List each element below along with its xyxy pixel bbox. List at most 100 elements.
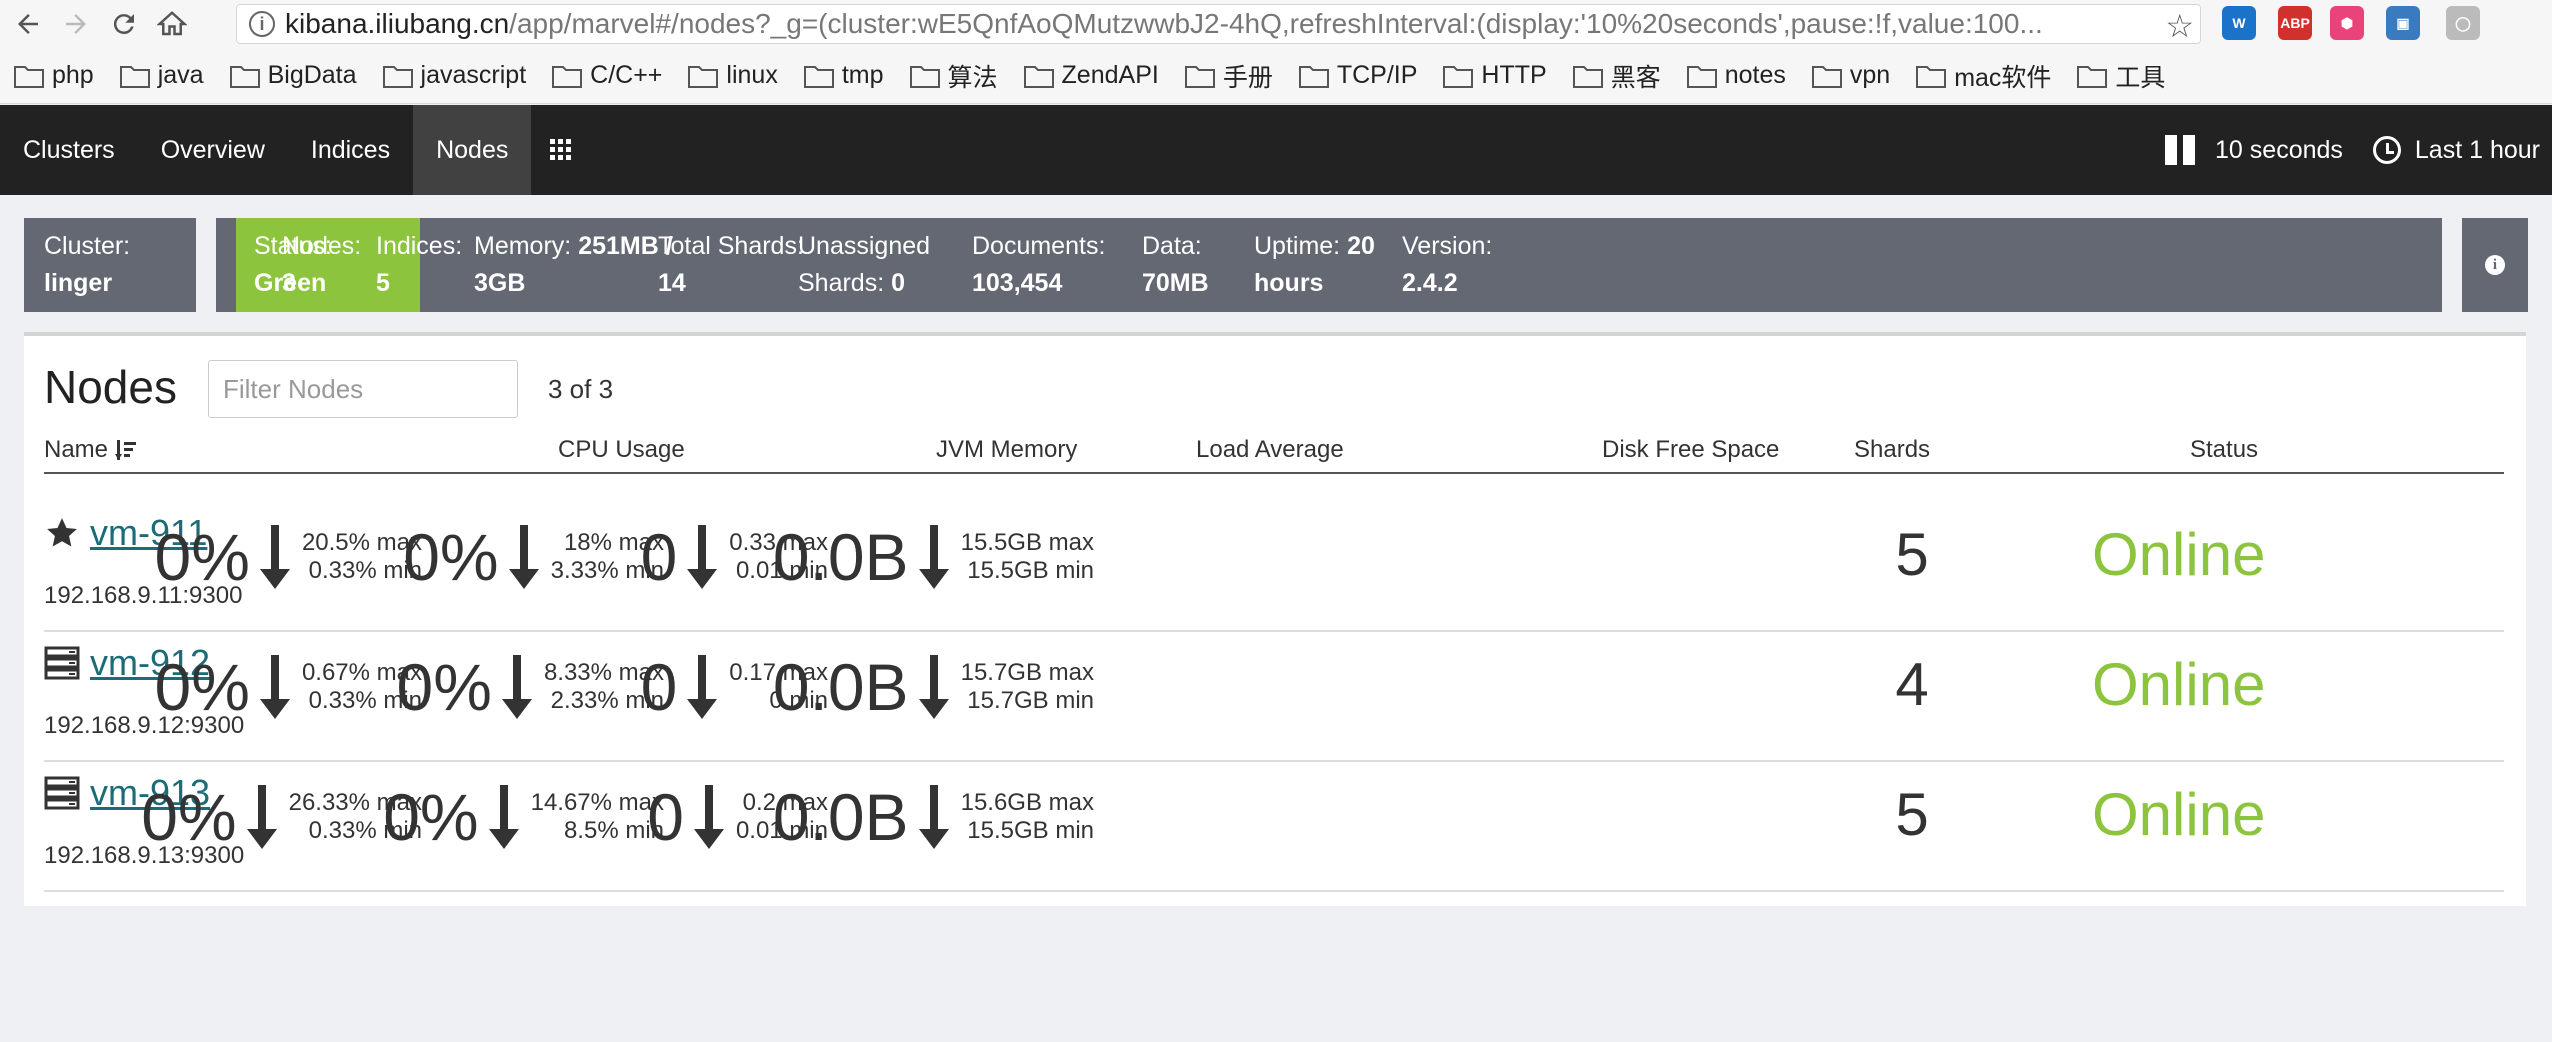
bookmark-folder[interactable]: C/C++ <box>552 61 662 90</box>
folder-icon <box>909 65 940 88</box>
bookmark-folder[interactable]: 算法 <box>909 58 998 94</box>
column-header-load[interactable]: Load Average <box>1196 436 1344 464</box>
row-divider <box>44 890 2504 892</box>
jvm-metric: 0% 14.67% max 8.5% min <box>383 782 664 852</box>
bookmark-folder[interactable]: php <box>14 61 94 90</box>
bookmark-label: BigData <box>267 61 357 89</box>
column-header-jvm[interactable]: JVM Memory <box>936 436 1077 464</box>
disk-metric: 0.0B 15.7GB max 15.7GB min <box>773 652 1094 722</box>
time-range[interactable]: Last 1 hour <box>2415 136 2540 165</box>
row-divider <box>44 760 2504 762</box>
back-arrow-icon[interactable] <box>8 4 48 44</box>
bookmark-folder[interactable]: javascript <box>382 61 526 90</box>
bookmark-label: java <box>157 61 204 89</box>
url-domain: kibana.iliubang.cn <box>285 8 510 39</box>
cluster-status-bar: Cluster: linger Status: Green Nodes: 3 I… <box>24 218 2442 312</box>
circle-extension-icon[interactable]: ◯ <box>2446 6 2480 40</box>
server-icon <box>44 776 80 810</box>
folder-icon <box>119 65 150 88</box>
folder-icon <box>552 65 583 88</box>
image-extension-icon[interactable]: ▣ <box>2386 6 2420 40</box>
bookmark-folder[interactable]: BigData <box>229 61 357 90</box>
arrow-down-icon <box>508 525 539 589</box>
w-extension-icon[interactable]: W <box>2222 6 2256 40</box>
status-nodes: Nodes: 3 <box>282 232 362 297</box>
status-uptime: Uptime: 20 hours <box>1254 232 1375 297</box>
folder-icon <box>1686 65 1717 88</box>
tab-indices[interactable]: Indices <box>288 105 413 195</box>
sort-descending-icon <box>115 440 137 460</box>
folder-icon <box>1916 65 1947 88</box>
pause-icon[interactable] <box>2165 135 2196 165</box>
bookmark-folder[interactable]: HTTP <box>1443 61 1547 90</box>
home-icon[interactable] <box>152 4 192 44</box>
filter-nodes-input[interactable] <box>208 360 518 418</box>
bookmark-star-icon[interactable]: ☆ <box>2165 7 2194 43</box>
forward-arrow-icon[interactable] <box>56 4 96 44</box>
disk-min: 15.5GB min <box>967 817 1094 844</box>
jvm-value: 0% <box>403 520 499 594</box>
refresh-interval[interactable]: 10 seconds <box>2215 136 2343 165</box>
bookmark-label: vpn <box>1849 61 1891 89</box>
cpu-value: 0% <box>141 780 237 854</box>
column-header-name[interactable]: Name <box>44 436 138 464</box>
bookmark-folder[interactable]: 手册 <box>1184 58 1273 94</box>
bookmark-folder[interactable]: mac软件 <box>1916 58 2051 94</box>
bookmark-folder[interactable]: ZendAPI <box>1023 61 1159 90</box>
bookmark-folder[interactable]: notes <box>1686 61 1786 90</box>
bookmark-label: notes <box>1724 61 1786 89</box>
arrow-down-icon <box>501 655 532 719</box>
arrow-down-icon <box>918 655 949 719</box>
disk-max: 15.6GB max <box>960 789 1094 816</box>
bookmark-folder[interactable]: java <box>119 61 204 90</box>
folder-icon <box>1023 65 1054 88</box>
clock-icon[interactable] <box>2372 136 2401 164</box>
bookmark-folder[interactable]: TCP/IP <box>1298 61 1417 90</box>
arrow-down-icon <box>693 785 724 849</box>
address-bar[interactable]: i kibana.iliubang.cn/app/marvel#/nodes?_… <box>236 4 2201 44</box>
cpu-metric: 0% 20.5% max 0.33% min <box>155 522 422 592</box>
cluster-info-button[interactable]: i <box>2462 218 2528 312</box>
column-header-shards[interactable]: Shards <box>1854 436 1930 464</box>
disk-min: 15.5GB min <box>967 557 1094 584</box>
arrow-down-icon <box>246 785 277 849</box>
adblock-plus-icon[interactable]: ABP <box>2278 6 2312 40</box>
node-count: 3 of 3 <box>548 374 614 404</box>
nodes-panel: Nodes 3 of 3 Name CPU Usage JVM Memory L… <box>24 332 2526 906</box>
jvm-value: 0% <box>383 780 479 854</box>
url-path: /app/marvel#/nodes?_g=(cluster:wE5QnfAoQ… <box>509 8 2043 39</box>
bookmark-label: 黑客 <box>1610 63 1661 92</box>
reload-icon[interactable] <box>104 4 144 44</box>
arrow-down-icon <box>918 525 949 589</box>
bookmark-label: linux <box>726 61 778 89</box>
cpu-value: 0% <box>154 650 250 724</box>
arrow-down-icon <box>918 785 949 849</box>
column-header-status[interactable]: Status <box>2190 436 2258 464</box>
bookmark-folder[interactable]: vpn <box>1811 61 1891 90</box>
status-badge: Online <box>2092 781 2266 848</box>
info-icon[interactable]: i <box>249 11 275 37</box>
tab-nodes[interactable]: Nodes <box>413 105 532 195</box>
status-badge: Online <box>2092 521 2266 588</box>
arrow-down-icon <box>687 655 718 719</box>
bookmark-folder[interactable]: 工具 <box>2077 58 2165 94</box>
column-header-cpu[interactable]: CPU Usage <box>558 436 685 464</box>
tab-overview[interactable]: Overview <box>138 105 288 195</box>
tab-clusters[interactable]: Clusters <box>0 105 138 195</box>
folder-icon <box>1811 65 1842 88</box>
disk-value: 0.0B <box>772 520 909 594</box>
column-header-disk[interactable]: Disk Free Space <box>1602 436 1779 464</box>
bookmark-label: ZendAPI <box>1061 61 1159 89</box>
hexagon-extension-icon[interactable]: ⬢ <box>2330 6 2364 40</box>
app-grid-icon[interactable] <box>531 105 591 195</box>
bookmark-folder[interactable]: 黑客 <box>1572 58 1661 94</box>
folder-icon <box>14 65 44 88</box>
bookmark-folder[interactable]: tmp <box>803 61 884 90</box>
bookmark-folder[interactable]: linux <box>688 61 778 90</box>
row-divider <box>44 630 2504 632</box>
load-value: 0 <box>640 650 678 724</box>
bookmark-label: 手册 <box>1222 63 1273 92</box>
shards-count: 5 <box>1895 521 1929 588</box>
disk-metric: 0.0B 15.5GB max 15.5GB min <box>773 522 1094 592</box>
status-data: Data: 70MB <box>1142 232 1209 297</box>
